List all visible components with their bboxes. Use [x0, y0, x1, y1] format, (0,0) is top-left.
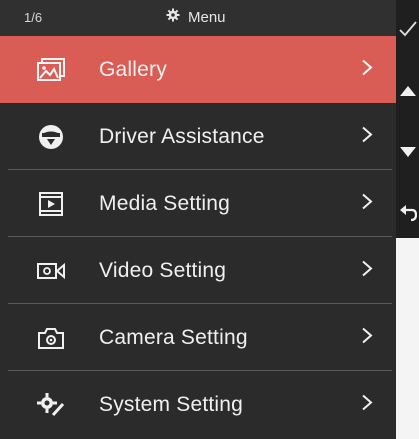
gallery-icon: [34, 53, 68, 87]
gear-icon: [166, 8, 180, 27]
menu-item-driver-assistance[interactable]: Driver Assistance: [0, 103, 396, 170]
menu-item-label: Gallery: [99, 57, 167, 81]
arrow-up-icon: [399, 84, 417, 102]
chevron-right-icon: [361, 125, 373, 148]
side-panel-background: [396, 238, 419, 439]
confirm-button[interactable]: [396, 20, 419, 43]
camera-icon: [34, 321, 68, 355]
header-title: Menu: [188, 9, 226, 26]
system-settings-icon: [34, 388, 68, 422]
menu-item-camera-setting[interactable]: Camera Setting: [0, 304, 396, 371]
scroll-down-button[interactable]: [396, 145, 419, 163]
menu-item-system-setting[interactable]: System Setting: [0, 371, 396, 438]
chevron-right-icon: [361, 393, 373, 416]
arrow-down-icon: [399, 145, 417, 163]
menu-item-video-setting[interactable]: Video Setting: [0, 237, 396, 304]
steering-wheel-icon: [34, 120, 68, 154]
page-indicator: 1/6: [24, 10, 43, 25]
menu-list: Gallery Driver Assistance Media Setting …: [0, 36, 396, 438]
header-title-group: Menu: [166, 8, 226, 27]
chevron-right-icon: [361, 326, 373, 349]
menu-item-label: Camera Setting: [99, 325, 248, 349]
back-arrow-icon: [399, 204, 417, 229]
checkmark-icon: [398, 20, 418, 43]
menu-item-label: System Setting: [99, 392, 244, 416]
video-camera-icon: [34, 254, 68, 288]
menu-item-label: Driver Assistance: [99, 124, 265, 148]
menu-item-gallery[interactable]: Gallery: [0, 36, 396, 103]
side-control-panel: [396, 0, 419, 439]
menu-item-label: Video Setting: [99, 258, 227, 282]
media-player-icon: [34, 187, 68, 221]
menu-screen: 1/6 Menu Gallery Driver Assistance Media…: [0, 0, 396, 439]
chevron-right-icon: [361, 259, 373, 282]
header-bar: 1/6 Menu: [0, 0, 396, 36]
menu-item-label: Media Setting: [99, 191, 231, 215]
back-button[interactable]: [396, 204, 419, 229]
menu-item-media-setting[interactable]: Media Setting: [0, 170, 396, 237]
scroll-up-button[interactable]: [396, 84, 419, 102]
chevron-right-icon: [361, 192, 373, 215]
chevron-right-icon: [361, 58, 373, 81]
